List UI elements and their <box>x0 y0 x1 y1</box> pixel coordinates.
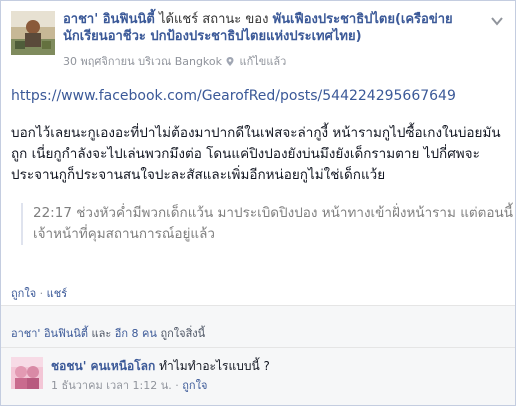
post-card: อาชา' อินฟินนิตี้ ได้แชร์ สถานะ ของ พันเ… <box>0 0 516 406</box>
post-body: https://www.facebook.com/GearofRed/posts… <box>11 86 507 186</box>
location-link[interactable]: Bangkok <box>175 55 222 68</box>
likes-suffix-text: ถูกใจสิ่งนี้ <box>160 327 206 340</box>
comment-separator: · <box>175 379 179 392</box>
comment-text: ทำไมทำอะไรแบบนี้ ? <box>159 359 270 373</box>
share-button[interactable]: แชร์ <box>47 287 67 300</box>
likes-others-link[interactable]: อีก 8 คน <box>115 327 157 340</box>
commenter-avatar[interactable] <box>11 357 43 389</box>
shared-status-quote: 22:17 ช่วงหัวค่ำมีพวกเด็กแว้น มาประเบิดป… <box>21 203 515 245</box>
post-actions: ถูกใจ · แชร์ <box>11 284 67 302</box>
shared-text: ได้แชร์ สถานะ ของ <box>159 12 269 27</box>
post-date-link[interactable]: 30 พฤศจิกายน <box>63 55 135 68</box>
comment: ชอชน' คนเหนือโลก ทำไมทำอะไรแบบนี้ ? 1 ธั… <box>1 347 515 405</box>
author-avatar[interactable] <box>11 11 55 55</box>
post-header: อาชา' อินฟินนิตี้ ได้แชร์ สถานะ ของ พันเ… <box>63 11 483 45</box>
comment-like-button[interactable]: ถูกใจ <box>182 379 207 392</box>
like-button[interactable]: ถูกใจ <box>11 287 36 300</box>
author-name-link[interactable]: อาชา' อินฟินนิตี้ <box>63 12 155 27</box>
comment-text-row: ชอชน' คนเหนือโลก ทำไมทำอะไรแบบนี้ ? <box>51 357 270 376</box>
post-meta: 30 พฤศจิกายน บริเวณ Bangkok แก้ไขแล้ว <box>63 52 286 70</box>
liker-name-link[interactable]: อาชา' อินฟินนิตี้ <box>11 327 88 340</box>
post-options-chevron-down-icon[interactable] <box>489 13 505 27</box>
edited-link[interactable]: แก้ไขแล้ว <box>240 55 287 68</box>
likes-summary: อาชา' อินฟินนิตี้ และ อีก 8 คน ถูกใจสิ่ง… <box>1 306 515 347</box>
post-url-link[interactable]: https://www.facebook.com/GearofRed/posts… <box>11 86 507 107</box>
location-prefix: บริเวณ <box>138 55 172 68</box>
commenter-name-link[interactable]: ชอชน' คนเหนือโลก <box>51 359 155 373</box>
comment-time-link[interactable]: 1 ธันวาคม เวลา 1:12 น. <box>51 379 172 392</box>
action-separator: · <box>39 287 44 300</box>
likes-and-text: และ <box>91 327 112 340</box>
comment-meta: 1 ธันวาคม เวลา 1:12 น. · ถูกใจ <box>51 376 207 394</box>
post-text: บอกไว้เลยนะกูเองอะที่ปาไม่ต้องมาปากดีในเ… <box>11 125 501 183</box>
location-pin-icon <box>226 57 234 66</box>
